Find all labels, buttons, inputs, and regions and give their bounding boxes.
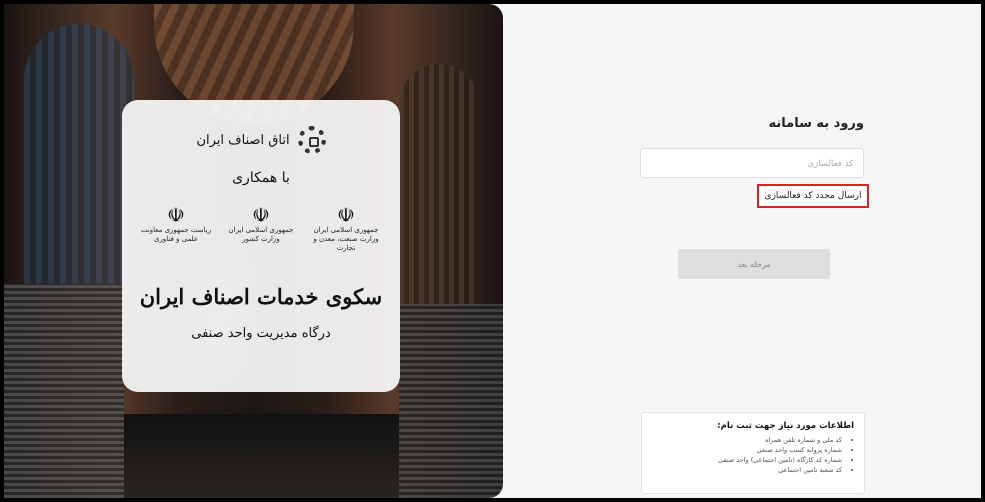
left-arch <box>24 24 134 284</box>
right-arch <box>399 64 479 304</box>
login-title: ورود به سامانه <box>768 116 865 131</box>
with-label: با همکاری <box>232 170 290 186</box>
resend-activation-link[interactable]: ارسال مجدد کد فعالسازی <box>757 184 869 208</box>
bazaar-background-photo: اتاق اصناف ایران با همکاری ☫ ریاست جمهور… <box>4 4 503 498</box>
emblem-item: ☫ جمهوری اسلامی ایران وزارت صنعت، معدن و… <box>310 204 382 253</box>
portal-subtitle: درگاه مدیریت واحد صنفی <box>191 326 331 341</box>
emblem-item: ☫ جمهوری اسلامی ایران وزارت کشور <box>225 204 297 253</box>
iran-emblem-icon: ☫ <box>252 203 270 227</box>
alley-floor <box>124 414 399 498</box>
info-list: کد ملی و شماره تلفن همراه شماره پروانه ک… <box>652 435 854 475</box>
iran-emblem-icon: ☫ <box>167 203 185 227</box>
gear-logo-icon <box>297 126 326 154</box>
emblem-caption: ریاست جمهوری معاونت علمی و فناوری <box>140 226 212 243</box>
emblem-item: ☫ ریاست جمهوری معاونت علمی و فناوری <box>140 204 212 253</box>
chamber-logo: اتاق اصناف ایران <box>122 126 400 154</box>
activation-code-input[interactable]: کد فعالسازی <box>640 148 864 178</box>
platform-title: سکوی خدمات اصناف ایران <box>139 284 383 309</box>
emblem-caption: جمهوری اسلامی ایران وزارت کشور <box>228 226 294 243</box>
list-item: شماره کد کارگاه (تامین اجتماعی) واحد صنف… <box>652 455 842 465</box>
chamber-name: اتاق اصناف ایران <box>196 132 290 148</box>
brand-card: اتاق اصناف ایران با همکاری ☫ ریاست جمهور… <box>122 100 400 392</box>
next-step-button[interactable]: مرحله بعد <box>678 249 830 279</box>
info-heading: اطلاعات مورد نیاز جهت ثبت نام: <box>717 421 854 431</box>
screen-frame: اتاق اصناف ایران با همکاری ☫ ریاست جمهور… <box>0 0 985 502</box>
list-item: کد شعبه تامین اجتماعی <box>652 465 842 475</box>
right-shutter <box>399 304 503 498</box>
emblem-caption: جمهوری اسلامی ایران وزارت صنعت، معدن و ت… <box>313 226 379 252</box>
list-item: کد ملی و شماره تلفن همراه <box>652 435 842 445</box>
list-item: شماره پروانه کسب واحد صنفی <box>652 445 842 455</box>
left-shutter <box>4 284 124 498</box>
iran-emblem-icon: ☫ <box>337 203 355 227</box>
emblem-row: ☫ ریاست جمهوری معاونت علمی و فناوری ☫ جم… <box>140 204 382 253</box>
page: اتاق اصناف ایران با همکاری ☫ ریاست جمهور… <box>4 4 981 498</box>
registration-info-box: اطلاعات مورد نیاز جهت ثبت نام: کد ملی و … <box>641 412 865 494</box>
